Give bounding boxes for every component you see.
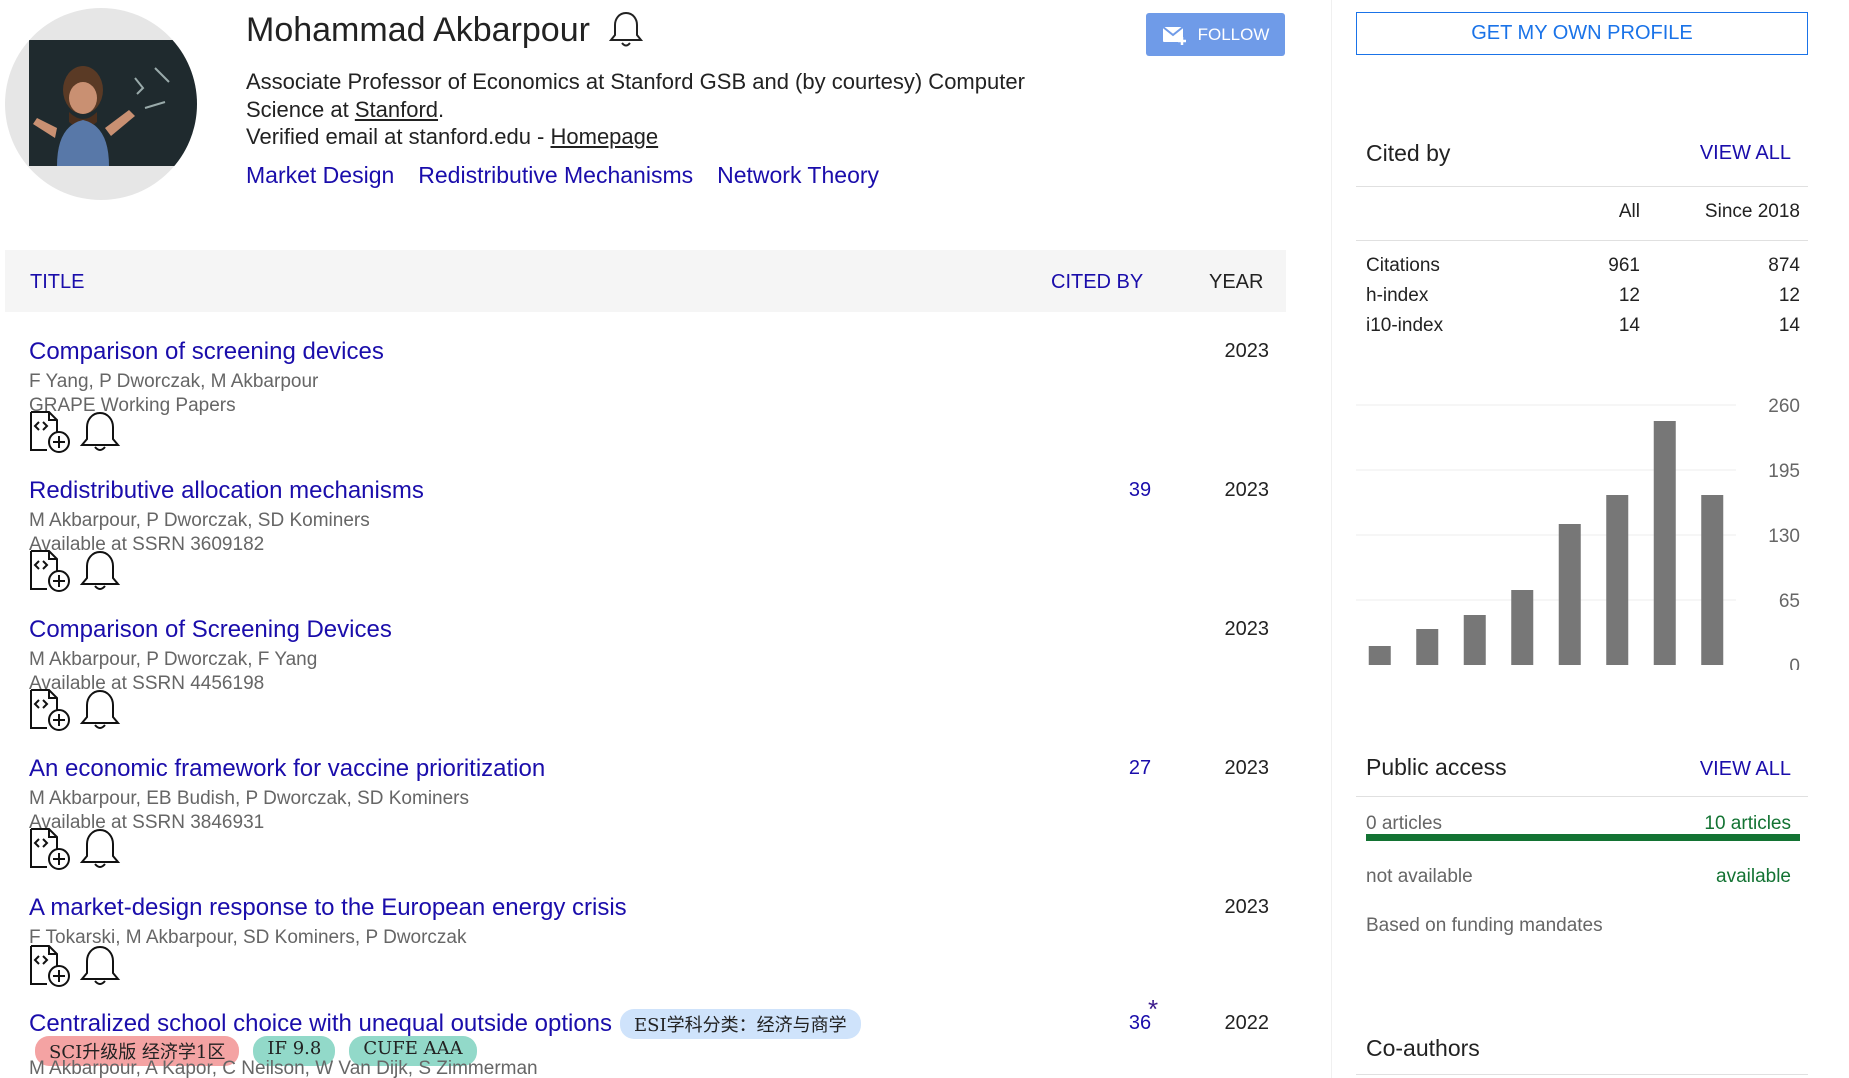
article-actions xyxy=(28,827,122,871)
available-count: 10 articles xyxy=(1704,813,1791,834)
export-citation-icon[interactable] xyxy=(28,410,72,454)
chart-bar[interactable] xyxy=(1416,629,1439,665)
article-authors: M Akbarpour, P Dworczak, SD Kominers xyxy=(29,510,370,531)
get-my-own-profile-button[interactable]: GET MY OWN PROFILE xyxy=(1356,12,1808,55)
col-all-header: All xyxy=(1618,201,1640,222)
cited-by-title: Cited by xyxy=(1366,140,1451,166)
coauthors-title: Co-authors xyxy=(1366,1035,1480,1061)
article-cited-by[interactable]: 36 xyxy=(1110,1012,1170,1035)
y-tick-label: 65 xyxy=(1779,591,1800,612)
interest-link[interactable]: Network Theory xyxy=(717,162,879,189)
export-citation-icon[interactable] xyxy=(28,827,72,871)
article-year: 2023 xyxy=(1224,618,1270,640)
article-title[interactable]: A market-design response to the European… xyxy=(29,894,627,922)
profile-avatar xyxy=(5,8,197,200)
export-citation-icon[interactable] xyxy=(28,688,72,732)
follow-label: FOLLOW xyxy=(1197,24,1270,44)
alert-bell-icon[interactable] xyxy=(78,410,122,454)
cited-by-view-all[interactable]: VIEW ALL xyxy=(1700,142,1791,165)
metric-label: i10-index xyxy=(1366,315,1444,336)
y-tick-label: 130 xyxy=(1768,526,1800,547)
chart-bar[interactable] xyxy=(1511,590,1534,665)
metric-since: 874 xyxy=(1768,255,1800,276)
y-tick-label: 0 xyxy=(1789,656,1800,670)
article-actions xyxy=(28,688,122,732)
chart-bar[interactable] xyxy=(1701,495,1724,665)
article-year: 2023 xyxy=(1224,896,1270,918)
metric-all: 14 xyxy=(1618,315,1640,336)
merged-citations-marker[interactable]: * xyxy=(1148,994,1158,1025)
affiliation: Associate Professor of Economics at Stan… xyxy=(246,68,1086,124)
not-available-count: 0 articles xyxy=(1366,813,1443,834)
article-title[interactable]: Centralized school choice with unequal o… xyxy=(29,1010,612,1038)
article-year: 2022 xyxy=(1224,1012,1270,1034)
follow-button[interactable]: FOLLOW xyxy=(1146,13,1285,56)
article-actions xyxy=(28,944,122,988)
article-title[interactable]: Comparison of Screening Devices xyxy=(29,616,392,644)
articles-table-header: TITLE CITED BY YEAR xyxy=(5,250,1286,312)
article-actions xyxy=(28,549,122,593)
metric-since: 12 xyxy=(1778,285,1800,306)
divider xyxy=(1356,796,1808,797)
alert-bell-icon[interactable] xyxy=(78,944,122,988)
alert-bell-icon[interactable] xyxy=(78,688,122,732)
divider xyxy=(1356,186,1808,187)
chart-bar[interactable] xyxy=(1558,524,1581,665)
metric-label: Citations xyxy=(1366,255,1440,276)
sort-by-cited[interactable]: CITED BY xyxy=(1051,271,1143,294)
article-cited-by[interactable]: 39 xyxy=(1110,479,1170,502)
article-year: 2023 xyxy=(1224,757,1270,779)
metric-since: 14 xyxy=(1778,315,1800,336)
article-cited-by[interactable]: 27 xyxy=(1110,757,1170,780)
research-interests: Market Design Redistributive Mechanisms … xyxy=(246,162,879,189)
col-since-header: Since 2018 xyxy=(1704,201,1800,222)
export-citation-icon[interactable] xyxy=(28,944,72,988)
metric-all: 12 xyxy=(1618,285,1640,306)
divider xyxy=(1356,1074,1808,1075)
interest-link[interactable]: Redistributive Mechanisms xyxy=(418,162,693,189)
profile-name: Mohammad Akbarpour xyxy=(246,10,590,49)
citations-chart: 0651301952602016201720182019202020212022… xyxy=(1356,396,1800,670)
sort-by-year[interactable]: YEAR xyxy=(1209,271,1263,294)
verified-email: Verified email at stanford.edu - Homepag… xyxy=(246,124,658,150)
article-authors: F Yang, P Dworczak, M Akbarpour xyxy=(29,371,319,392)
affiliation-suffix: . xyxy=(438,97,445,122)
article-authors: M Akbarpour, P Dworczak, F Yang xyxy=(29,649,318,670)
sort-by-title[interactable]: TITLE xyxy=(30,271,84,294)
divider xyxy=(1356,240,1808,241)
affiliation-link[interactable]: Stanford xyxy=(355,97,438,122)
export-citation-icon[interactable] xyxy=(28,549,72,593)
article-title[interactable]: Redistributive allocation mechanisms xyxy=(29,477,424,505)
metric-all: 961 xyxy=(1608,255,1640,276)
y-tick-label: 260 xyxy=(1768,396,1800,417)
chart-bar[interactable] xyxy=(1606,495,1629,665)
public-access-view-all[interactable]: VIEW ALL xyxy=(1700,758,1791,781)
article-year: 2023 xyxy=(1224,479,1270,501)
public-access-title: Public access xyxy=(1366,754,1507,780)
article-title[interactable]: An economic framework for vaccine priori… xyxy=(29,755,545,783)
article-authors: M Akbarpour, A Kapor, C Neilson, W Van D… xyxy=(29,1058,538,1078)
y-tick-label: 195 xyxy=(1768,461,1800,482)
chart-bar[interactable] xyxy=(1368,646,1391,665)
article-title[interactable]: Comparison of screening devices xyxy=(29,338,384,366)
mail-plus-icon xyxy=(1161,25,1186,45)
alert-bell-icon[interactable] xyxy=(78,549,122,593)
email-text: Verified email at stanford.edu - xyxy=(246,124,551,149)
chart-bar[interactable] xyxy=(1463,615,1486,665)
article-actions xyxy=(28,410,122,454)
alert-bell-icon[interactable] xyxy=(78,827,122,871)
follow-bell-icon[interactable] xyxy=(608,10,644,50)
chart-bar[interactable] xyxy=(1653,421,1676,665)
article-authors: M Akbarpour, EB Budish, P Dworczak, SD K… xyxy=(29,788,469,809)
public-access-bar xyxy=(1366,834,1800,841)
esi-badge: ESI学科分类：经济与商学 xyxy=(620,1009,861,1039)
not-available-label: not available xyxy=(1366,866,1473,887)
available-label: available xyxy=(1716,866,1791,887)
sidebar-divider xyxy=(1331,0,1332,1078)
interest-link[interactable]: Market Design xyxy=(246,162,394,189)
article-year: 2023 xyxy=(1224,340,1270,362)
funding-note: Based on funding mandates xyxy=(1366,915,1603,936)
homepage-link[interactable]: Homepage xyxy=(551,124,659,149)
metric-label: h-index xyxy=(1366,285,1429,306)
